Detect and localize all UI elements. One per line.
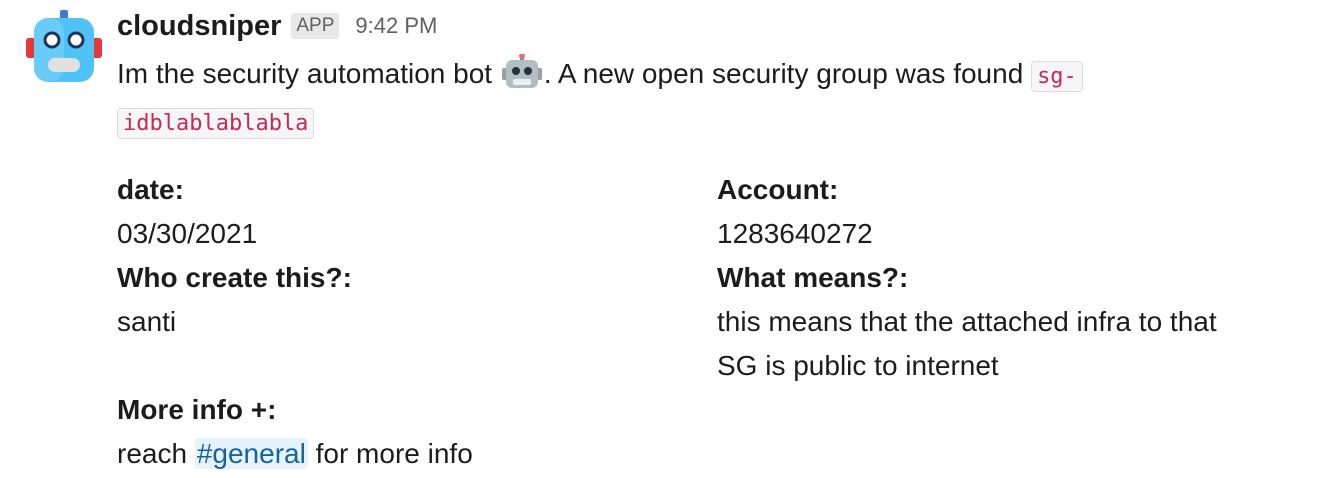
- message: cloudsniper APP 9:42 PM Im the security …: [117, 0, 1317, 478]
- field-account: Account: 1283640272: [717, 168, 1277, 256]
- field-value: 1283640272: [717, 218, 873, 249]
- channel-mention-general[interactable]: #general: [194, 438, 308, 469]
- more-info-suffix: for more info: [315, 438, 473, 469]
- message-text: Im the security automation bot . A new o…: [117, 52, 1177, 146]
- field-creator: Who create this?: santi: [117, 256, 352, 344]
- message-text-before: Im the security automation bot: [117, 58, 493, 89]
- message-timestamp[interactable]: 9:42 PM: [355, 13, 437, 39]
- field-label: date:: [117, 174, 184, 205]
- field-value: santi: [117, 306, 177, 337]
- app-badge: APP: [291, 13, 340, 39]
- sender-name[interactable]: cloudsniper: [117, 10, 281, 43]
- field-value-line-1: this means that the attached infra to th…: [717, 306, 1217, 337]
- robot-avatar-icon: [26, 10, 102, 82]
- field-value: 03/30/2021: [117, 218, 258, 249]
- field-label: What means?:: [717, 262, 909, 293]
- field-label: Account:: [717, 174, 839, 205]
- field-label: Who create this?:: [117, 262, 352, 293]
- field-value: reach #general for more info: [117, 432, 473, 476]
- field-means: What means?: this means that the attache…: [717, 256, 1277, 388]
- security-group-id: sg-: [1031, 61, 1083, 92]
- field-more-info: More info +: reach #general for more inf…: [117, 388, 473, 476]
- field-date: date: 03/30/2021: [117, 168, 257, 256]
- message-fields: date: 03/30/2021 Account: 1283640272 Who…: [117, 168, 1297, 478]
- avatar[interactable]: [26, 10, 102, 86]
- field-value-line-2: SG is public to internet: [717, 350, 999, 381]
- message-text-after: . A new open security group was found: [543, 58, 1024, 89]
- robot-face-icon: [501, 53, 542, 90]
- security-group-id-cont: idblablablabla: [117, 108, 315, 139]
- more-info-prefix: reach: [117, 438, 188, 469]
- message-header: cloudsniper APP 9:42 PM: [117, 0, 1317, 52]
- field-label: More info +:: [117, 394, 277, 425]
